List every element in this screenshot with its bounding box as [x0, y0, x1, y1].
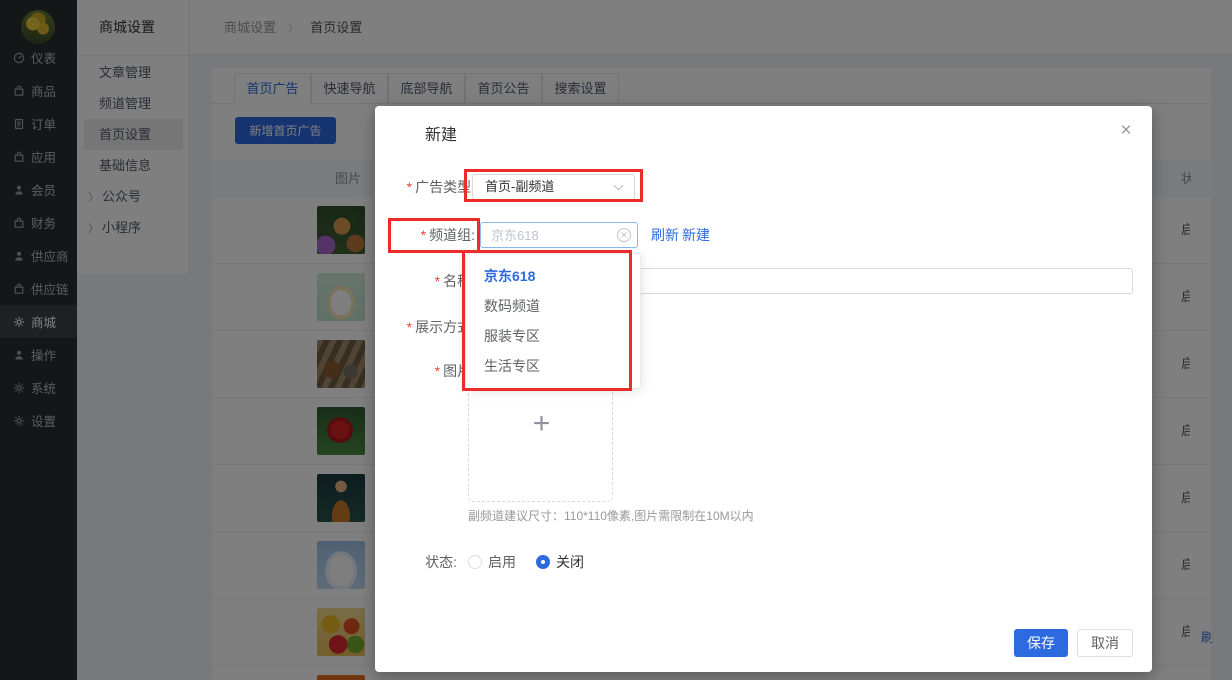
- save-button[interactable]: 保存: [1014, 629, 1068, 657]
- app-window: 仪表 商品 订单 应用 会员 财务 供应商 供应链: [0, 0, 1232, 680]
- label-text: 状态:: [425, 554, 457, 570]
- cancel-button[interactable]: 取消: [1077, 629, 1133, 657]
- refresh-link[interactable]: 刷新: [651, 222, 679, 248]
- channel-group-label: *频道组:: [375, 222, 475, 248]
- plus-icon: +: [469, 409, 614, 439]
- new-channel-link[interactable]: 新建: [682, 222, 710, 248]
- ad-type-label: *广告类型:: [375, 174, 475, 200]
- dropdown-option-digital[interactable]: 数码频道: [466, 291, 640, 321]
- dropdown-option-clothing[interactable]: 服装专区: [466, 321, 640, 351]
- close-icon[interactable]: ×: [1113, 118, 1139, 144]
- status-disable-label[interactable]: 关闭: [556, 549, 584, 575]
- required-asterisk: *: [407, 179, 412, 195]
- image-size-hint: 副频道建议尺寸：110*110像素,图片需限制在10M以内: [468, 507, 754, 524]
- status-radio-disable[interactable]: [536, 555, 550, 569]
- required-asterisk: *: [435, 363, 440, 379]
- image-label: *图片:: [375, 358, 475, 384]
- ad-type-select[interactable]: 首页-副频道: [472, 174, 635, 200]
- name-label: *名称:: [375, 268, 475, 294]
- ad-type-value: 首页-副频道: [485, 179, 554, 194]
- display-mode-label: *展示方式:: [375, 314, 475, 340]
- channel-group-input[interactable]: [480, 222, 638, 248]
- status-label: 状态:: [375, 549, 457, 575]
- dropdown-option-lifestyle[interactable]: 生活专区: [466, 351, 640, 381]
- new-ad-modal: 新建 × *广告类型: 首页-副频道 *频道组: ✕ 刷新 新建 *名称: *展…: [375, 106, 1152, 672]
- clear-icon[interactable]: ✕: [617, 228, 631, 242]
- required-asterisk: *: [421, 227, 426, 243]
- channel-group-dropdown: 京东618 数码频道 服装专区 生活专区: [465, 253, 641, 389]
- required-asterisk: *: [435, 273, 440, 289]
- dropdown-option-jd618[interactable]: 京东618: [466, 261, 640, 291]
- label-text: 广告类型:: [415, 179, 475, 195]
- chevron-down-icon: [614, 181, 624, 191]
- required-asterisk: *: [407, 319, 412, 335]
- label-text: 频道组:: [429, 227, 475, 243]
- status-radio-enable[interactable]: [468, 555, 482, 569]
- modal-title: 新建: [425, 121, 457, 145]
- status-enable-label[interactable]: 启用: [488, 549, 516, 575]
